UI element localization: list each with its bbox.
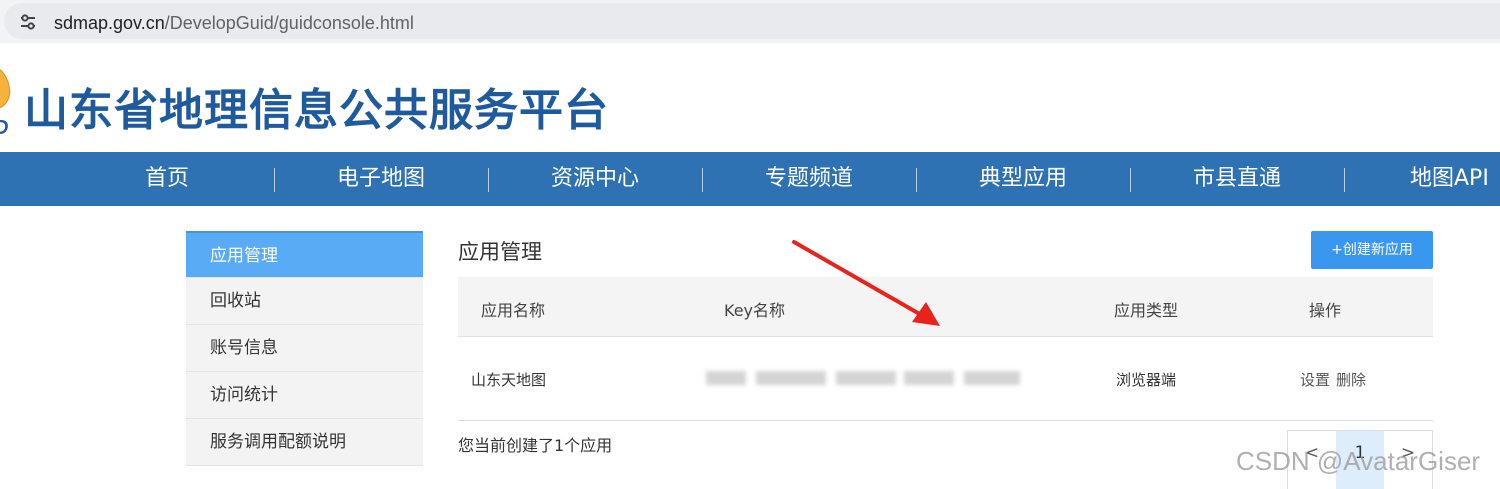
app-count-text: 您当前创建了1个应用	[458, 436, 613, 455]
main-nav: 首页 电子地图 资源中心 专题频道 典型应用 市县直通 地图API	[0, 152, 1500, 323]
table-row: 山东天地图 浏览器端 设置 删除	[458, 337, 1433, 421]
header-app-type: 应用类型	[1114, 301, 1179, 320]
sd-logo-icon: D	[0, 69, 11, 138]
sidebar-item-app-management[interactable]: 应用管理	[186, 231, 423, 278]
url-path: /DevelopGuid/guidconsole.html	[164, 13, 414, 33]
site-title: 山东省地理信息公共服务平台	[24, 85, 609, 136]
nav-item-resource-center[interactable]: 资源中心	[488, 152, 702, 206]
browser-address-bar: sdmap.gov.cn/DevelopGuid/guidconsole.htm…	[0, 0, 1500, 43]
annotation-arrow-icon	[792, 240, 940, 326]
nav-item-special-channel[interactable]: 专题频道	[702, 152, 916, 206]
settings-link[interactable]: 设置	[1300, 371, 1330, 389]
tune-icon[interactable]	[18, 12, 38, 32]
key-value-redacted	[706, 371, 1020, 387]
delete-link[interactable]: 删除	[1336, 371, 1366, 389]
csdn-watermark: CSDN @AvatarGiser	[1236, 446, 1481, 476]
sidebar-item-recycle-bin[interactable]: 回收站	[186, 278, 423, 325]
sidebar-item-access-stats[interactable]: 访问统计	[186, 372, 423, 419]
nav-item-electronic-map[interactable]: 电子地图	[274, 152, 488, 206]
app-name-cell: 山东天地图	[471, 371, 547, 389]
header-key-name: Key名称	[724, 301, 786, 320]
sidebar: 应用管理 回收站 账号信息 访问统计 服务调用配额说明	[186, 231, 423, 466]
actions-cell: 设置 删除	[1300, 369, 1372, 390]
app-type-cell: 浏览器端	[1116, 371, 1177, 389]
header-actions: 操作	[1309, 301, 1342, 320]
svg-text:D: D	[0, 117, 8, 138]
sidebar-item-quota-info[interactable]: 服务调用配额说明	[186, 419, 423, 466]
url-text[interactable]: sdmap.gov.cn/DevelopGuid/guidconsole.htm…	[54, 13, 414, 34]
url-field[interactable]: sdmap.gov.cn/DevelopGuid/guidconsole.htm…	[4, 3, 1500, 39]
url-host: sdmap.gov.cn	[54, 13, 165, 33]
header-app-name: 应用名称	[481, 301, 546, 320]
page-title: 应用管理	[458, 240, 542, 264]
nav-item-typical-apps[interactable]: 典型应用	[916, 152, 1130, 206]
create-app-button[interactable]: +创建新应用	[1311, 231, 1433, 269]
nav-item-home[interactable]: 首页	[60, 152, 274, 206]
nav-item-map-api[interactable]: 地图API	[1344, 152, 1500, 206]
nav-item-city-county[interactable]: 市县直通	[1130, 152, 1344, 206]
sidebar-item-account-info[interactable]: 账号信息	[186, 325, 423, 372]
